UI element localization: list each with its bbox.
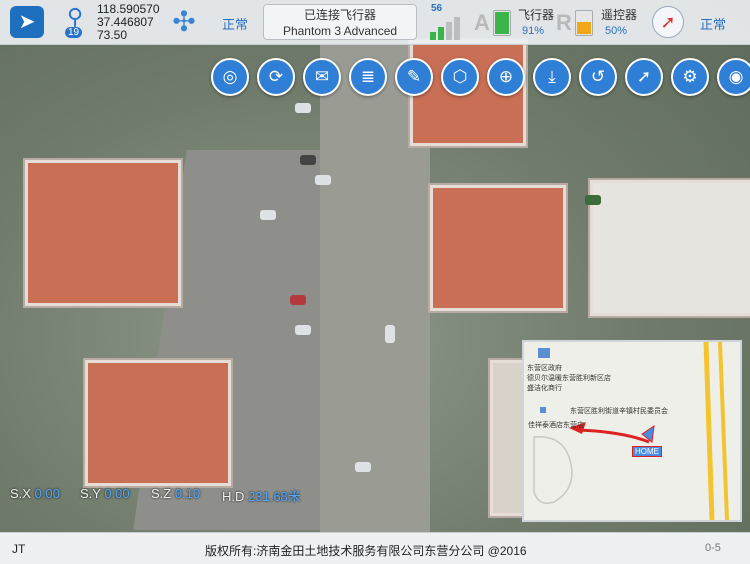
connection-status: 已连接飞行器 [303, 8, 376, 22]
chat-bubbles-icon: ✉ [314, 67, 330, 86]
flight-path [578, 428, 650, 444]
drone-status: 正常 [222, 17, 249, 32]
connection-panel[interactable]: 已连接飞行器 Phantom 3 Advanced [263, 4, 417, 40]
footer-left-label: JT [12, 542, 26, 556]
signal-strength-label: 56 [431, 3, 443, 14]
edit-button[interactable]: ✎ [395, 58, 433, 96]
mini-map[interactable]: 东营区政府 德贝尔温暖东营胜利新区店 盛洁化商行 东营区胜利街道辛镇村民委员会 … [522, 340, 742, 522]
settings-button[interactable]: ⚙ [671, 58, 709, 96]
car [385, 325, 395, 343]
poi-icon [538, 348, 550, 358]
chat-button[interactable]: ✉ [303, 58, 341, 96]
globe-icon: ⊕ [498, 67, 514, 86]
car [260, 210, 276, 220]
car [295, 325, 311, 335]
poi-icon [540, 407, 546, 413]
aircraft-battery-icon [493, 10, 511, 36]
footer-bar: JT 版权所有:济南金田土地技术服务有限公司东营分公司 @2016 0-5 [0, 532, 750, 564]
speed-x-value: 0.00 [34, 486, 60, 501]
edit-icon: ✎ [406, 67, 422, 86]
layers-button[interactable]: ≣ [349, 58, 387, 96]
poi-labels: 东营区政府 德贝尔温暖东营胜利新区店 盛洁化商行 [527, 364, 611, 394]
speed-y-value: 0.00 [104, 486, 130, 501]
layers-icon: ≣ [360, 67, 376, 86]
speed-x-label: S.X [10, 486, 31, 501]
drone-icon: ✣ [172, 6, 196, 37]
version-label: 0-5 [705, 542, 721, 554]
car [295, 103, 311, 113]
return-home-button[interactable]: ↺ [579, 58, 617, 96]
return-home-icon: ↺ [590, 67, 606, 86]
building [25, 160, 181, 306]
remote-battery-percent: 50% [605, 25, 628, 37]
remote-battery-icon [575, 10, 593, 36]
road-line [718, 342, 729, 520]
gps-coordinates: 118.590570 37.446807 73.50 [97, 3, 160, 42]
aircraft-model: Phantom 3 Advanced [282, 24, 398, 38]
telemetry-readouts: S.X 0.00 S.Y 0.00 S.Z 0.10 H.D 231.68米 [0, 478, 522, 508]
aircraft-battery-letter: A [474, 10, 490, 35]
road-outline [533, 436, 573, 504]
home-distance-label: H.D [222, 489, 245, 504]
building [430, 185, 566, 311]
road-line [703, 342, 715, 520]
building [85, 360, 231, 486]
car [300, 155, 316, 165]
compass-icon: ➚ [636, 67, 652, 86]
poi-label: 东营区政府 [527, 365, 562, 372]
home-distance-value: 231.68米 [248, 489, 301, 504]
refresh-button[interactable]: ⟳ [257, 58, 295, 96]
building [590, 180, 750, 316]
car [355, 462, 371, 472]
globe-button[interactable]: ⊕ [487, 58, 525, 96]
poi-label: 佳祥泰酒店东营店 [528, 422, 584, 429]
map-pin-icon: ◎ [222, 67, 238, 86]
waypoint-button[interactable]: ⬡ [441, 58, 479, 96]
speed-y-label: S.Y [80, 486, 101, 501]
car [315, 175, 331, 185]
hexagon-icon: ⬡ [452, 67, 468, 86]
app-logo-icon[interactable]: ➤ [10, 6, 44, 38]
car [585, 195, 601, 205]
download-icon: ⤓ [548, 67, 556, 86]
poi-label: 东营区胜利街道辛镇村民委员会 [570, 408, 668, 415]
poi-label: 德贝尔温暖东营胜利新区店 [527, 375, 611, 382]
aircraft-battery-percent: 91% [522, 25, 545, 37]
altitude: 73.50 [97, 28, 128, 42]
gear-icon: ⚙ [682, 67, 698, 86]
speed-z-value: 0.10 [174, 486, 201, 501]
download-button[interactable]: ⤓ [533, 58, 571, 96]
compass-button[interactable]: ➚ [625, 58, 663, 96]
remote-battery-label: 遥控器 [601, 8, 638, 22]
satellite-count: 19 [65, 27, 83, 38]
status-bar: ➤ ⚲ 19 118.590570 37.446807 73.50 ✣ 正常 已… [0, 0, 750, 45]
compass-status: 正常 [700, 17, 727, 32]
aircraft-battery-label: 飞行器 [518, 8, 555, 22]
compass-icon: ➚ [652, 6, 684, 38]
home-label: HOME [632, 446, 662, 457]
camera-icon: ◉ [728, 67, 744, 86]
location-button[interactable]: ◎ [211, 58, 249, 96]
copyright-text: 版权所有:济南金田土地技术服务有限公司东营分公司 @2016 [205, 544, 527, 558]
remote-battery-letter: R [556, 10, 572, 35]
signal-bars-icon [430, 14, 466, 40]
refresh-icon: ⟳ [268, 67, 284, 86]
poi-label: 盛洁化商行 [527, 385, 562, 392]
speed-z-label: S.Z [151, 486, 172, 501]
car [290, 295, 306, 305]
camera-button[interactable]: ◉ [717, 58, 750, 96]
